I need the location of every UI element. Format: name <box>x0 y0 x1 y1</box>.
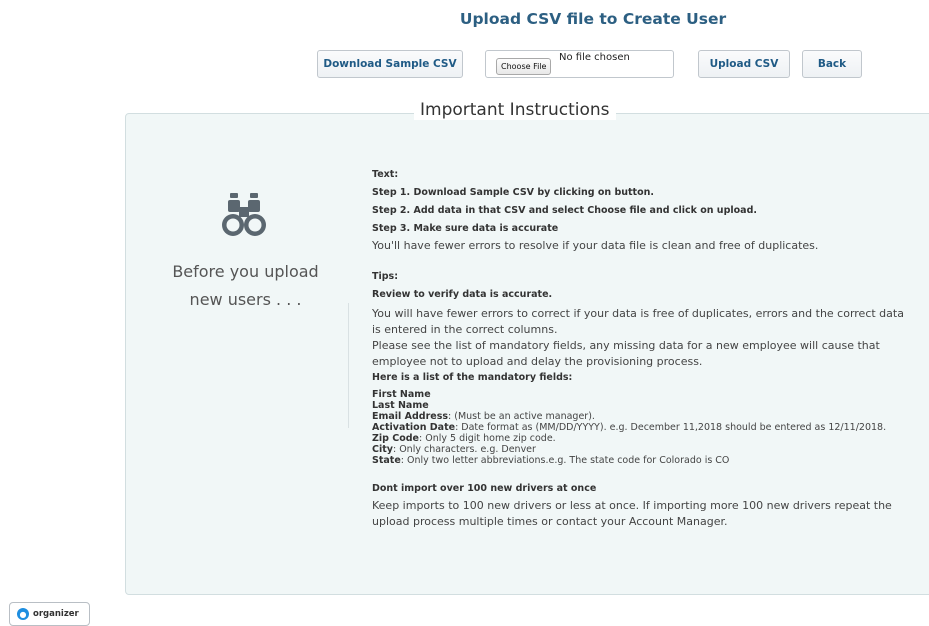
step-2: Step 2. Add data in that CSV and select … <box>372 205 757 216</box>
tip-paragraph-2: Please see the list of mandatory fields,… <box>372 339 880 368</box>
mandatory-heading: Here is a list of the mandatory fields: <box>372 372 573 383</box>
binoculars-icon <box>222 193 266 236</box>
tip-paragraph-1: You will have fewer errors to correct if… <box>372 307 904 336</box>
field-state-label: State <box>372 455 401 466</box>
field-city-label: City <box>372 444 393 455</box>
before-upload-line2: new users . . . <box>189 290 302 309</box>
mandatory-fields-list: First Name Last Name Email Address: (Mus… <box>372 389 912 466</box>
download-sample-csv-button[interactable]: Download Sample CSV <box>317 50 463 78</box>
back-button[interactable]: Back <box>802 50 862 78</box>
field-last-name: Last Name <box>372 400 429 411</box>
tips-heading: Tips: <box>372 271 398 282</box>
page-title: Upload CSV file to Create User <box>459 10 727 28</box>
file-status-text: No file chosen <box>559 52 630 63</box>
vertical-divider <box>348 303 349 428</box>
upload-csv-button[interactable]: Upload CSV <box>698 50 790 78</box>
text-heading: Text: <box>372 169 399 180</box>
instructions-legend: Important Instructions <box>414 100 616 120</box>
field-activation-label: Activation Date <box>372 422 456 433</box>
field-email-label: Email Address <box>372 411 449 422</box>
field-state-desc: : Only two letter abbreviations.e.g. The… <box>400 455 730 466</box>
step-3-note: You'll have fewer errors to resolve if y… <box>372 239 819 252</box>
field-email-desc: : (Must be an active manager). <box>448 411 595 422</box>
tip-title: Review to verify data is accurate. <box>372 289 553 300</box>
instructions-text: Text: Step 1. Download Sample CSV by cli… <box>372 166 912 530</box>
field-first-name: First Name <box>372 389 431 400</box>
field-zip-label: Zip Code <box>372 433 419 444</box>
before-upload-message: Before you upload new users . . . <box>128 258 363 314</box>
import-paragraph: Keep imports to 100 new drivers or less … <box>372 499 892 528</box>
import-heading: Dont import over 100 new drivers at once <box>372 483 597 494</box>
step-3: Step 3. Make sure data is accurate <box>372 223 559 234</box>
step-1: Step 1. Download Sample CSV by clicking … <box>372 187 654 198</box>
field-city-desc: : Only characters. e.g. Denver <box>392 444 536 455</box>
cloud-logo-icon: ● <box>17 608 29 620</box>
legend-line <box>626 113 929 114</box>
field-zip-desc: : Only 5 digit home zip code. <box>419 433 556 444</box>
choose-file-button[interactable]: Choose File <box>496 58 552 75</box>
before-upload-line1: Before you upload <box>172 262 319 281</box>
organizer-badge[interactable]: ● organizer <box>9 602 90 626</box>
organizer-label: organizer <box>33 609 79 619</box>
file-input[interactable]: Choose File No file chosen <box>485 50 674 78</box>
field-activation-desc: : Date format as (MM/DD/YYYY). e.g. Dece… <box>455 422 887 433</box>
